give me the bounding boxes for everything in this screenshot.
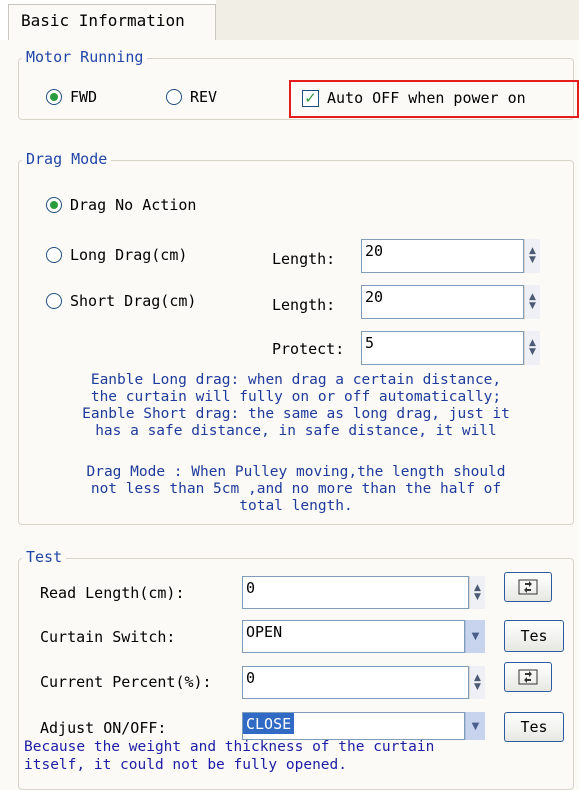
read-length-refresh-button[interactable]: [504, 572, 552, 602]
read-length-spinbox[interactable]: 0 ▲ ▼: [242, 576, 485, 609]
long-length-spinner[interactable]: ▲ ▼: [524, 239, 540, 273]
current-percent-label: Current Percent(%):: [40, 673, 212, 691]
note-line: Because the weight and thickness of the …: [24, 739, 435, 755]
radio-selected-dot: [50, 93, 58, 101]
long-drag-option[interactable]: Long Drag(cm): [46, 246, 187, 264]
read-length-spinner[interactable]: ▲ ▼: [469, 576, 485, 609]
fwd-radio-option[interactable]: FWD: [46, 88, 97, 106]
drag-mode-legend: Drag Mode: [22, 150, 112, 168]
adjust-selected-text: CLOSE: [243, 713, 295, 734]
curtain-test-button[interactable]: Tes: [504, 620, 564, 652]
read-length-input[interactable]: 0: [242, 576, 469, 609]
long-length-input[interactable]: 20: [361, 239, 524, 273]
drag-explanation-note: Eanble Long drag: when drag a certain di…: [18, 372, 574, 440]
note-line: Eanble Short drag: the same as long drag…: [82, 406, 510, 422]
curtain-switch-label: Curtain Switch:: [40, 628, 176, 646]
long-length-spinbox[interactable]: 20 ▲ ▼: [361, 239, 540, 273]
fwd-label: FWD: [70, 88, 98, 106]
spin-down-icon[interactable]: ▼: [474, 592, 481, 602]
adjust-value[interactable]: CLOSE: [242, 712, 465, 740]
short-length-spinbox[interactable]: 20 ▲ ▼: [361, 285, 540, 319]
auto-off-option[interactable]: ✓ Auto OFF when power on: [302, 89, 526, 107]
short-drag-radio[interactable]: [46, 293, 62, 309]
tab-strip-background: [216, 0, 579, 40]
drag-mode-note: Drag Mode : When Pulley moving,the lengt…: [18, 464, 574, 515]
checkmark-icon: ✓: [304, 88, 317, 107]
current-percent-spinbox[interactable]: 0 ▲ ▼: [242, 666, 485, 699]
protect-input[interactable]: 5: [361, 331, 524, 365]
tab-label: Basic Information: [21, 11, 185, 30]
note-line: itself, it could not be fully opened.: [24, 757, 348, 773]
motor-running-legend: Motor Running: [22, 48, 148, 66]
long-drag-label: Long Drag(cm): [70, 246, 188, 264]
rev-label: REV: [190, 88, 218, 106]
short-drag-label: Short Drag(cm): [70, 292, 197, 310]
current-percent-input[interactable]: 0: [242, 666, 469, 699]
curtain-switch-select[interactable]: OPEN ▼: [242, 620, 485, 653]
rev-radio-option[interactable]: REV: [166, 88, 217, 106]
short-length-input[interactable]: 20: [361, 285, 524, 319]
drag-no-action-option[interactable]: Drag No Action: [46, 196, 196, 214]
note-line: Drag Mode : When Pulley moving,the lengt…: [86, 464, 506, 480]
note-line: Eanble Long drag: when drag a certain di…: [90, 372, 502, 388]
long-drag-radio[interactable]: [46, 247, 62, 263]
protect-label: Protect:: [272, 340, 345, 358]
long-length-label: Length:: [272, 250, 336, 268]
auto-off-checkbox[interactable]: ✓: [302, 88, 319, 107]
tab-basic-information[interactable]: Basic Information: [8, 4, 216, 40]
auto-off-label: Auto OFF when power on: [327, 89, 526, 107]
footer-note: Because the weight and thickness of the …: [24, 738, 434, 774]
spin-down-icon[interactable]: ▼: [529, 302, 536, 311]
radio-selected-dot: [50, 201, 58, 209]
protect-spinbox[interactable]: 5 ▲ ▼: [361, 331, 540, 365]
current-percent-spinner[interactable]: ▲ ▼: [469, 666, 485, 699]
note-line: the curtain will fully on or off automat…: [90, 389, 502, 405]
note-line: has a safe distance, in safe distance, i…: [95, 423, 497, 439]
drag-no-action-label: Drag No Action: [70, 196, 197, 214]
short-length-label: Length:: [272, 296, 336, 314]
drag-no-action-radio[interactable]: [46, 197, 62, 213]
refresh-icon: [518, 579, 538, 595]
current-percent-refresh-button[interactable]: [504, 662, 552, 692]
rev-radio[interactable]: [166, 89, 182, 105]
chevron-down-icon[interactable]: ▼: [465, 712, 485, 740]
adjust-test-button[interactable]: Tes: [504, 712, 564, 742]
spin-down-icon[interactable]: ▼: [529, 256, 536, 265]
note-line: not less than 5cm ,and no more than the …: [90, 481, 502, 497]
note-line: total length.: [239, 498, 353, 514]
adjust-select[interactable]: CLOSE ▼: [242, 712, 485, 740]
short-length-spinner[interactable]: ▲ ▼: [524, 285, 540, 319]
spin-down-icon[interactable]: ▼: [529, 348, 536, 357]
read-length-label: Read Length(cm):: [40, 584, 185, 602]
curtain-switch-value[interactable]: OPEN: [242, 620, 465, 653]
protect-spinner[interactable]: ▲ ▼: [524, 331, 540, 365]
chevron-down-icon[interactable]: ▼: [465, 620, 485, 653]
spin-down-icon[interactable]: ▼: [474, 682, 481, 692]
refresh-icon: [518, 669, 538, 685]
short-drag-option[interactable]: Short Drag(cm): [46, 292, 196, 310]
fwd-radio[interactable]: [46, 89, 62, 105]
test-legend: Test: [22, 548, 67, 566]
adjust-label: Adjust ON/OFF:: [40, 719, 167, 737]
